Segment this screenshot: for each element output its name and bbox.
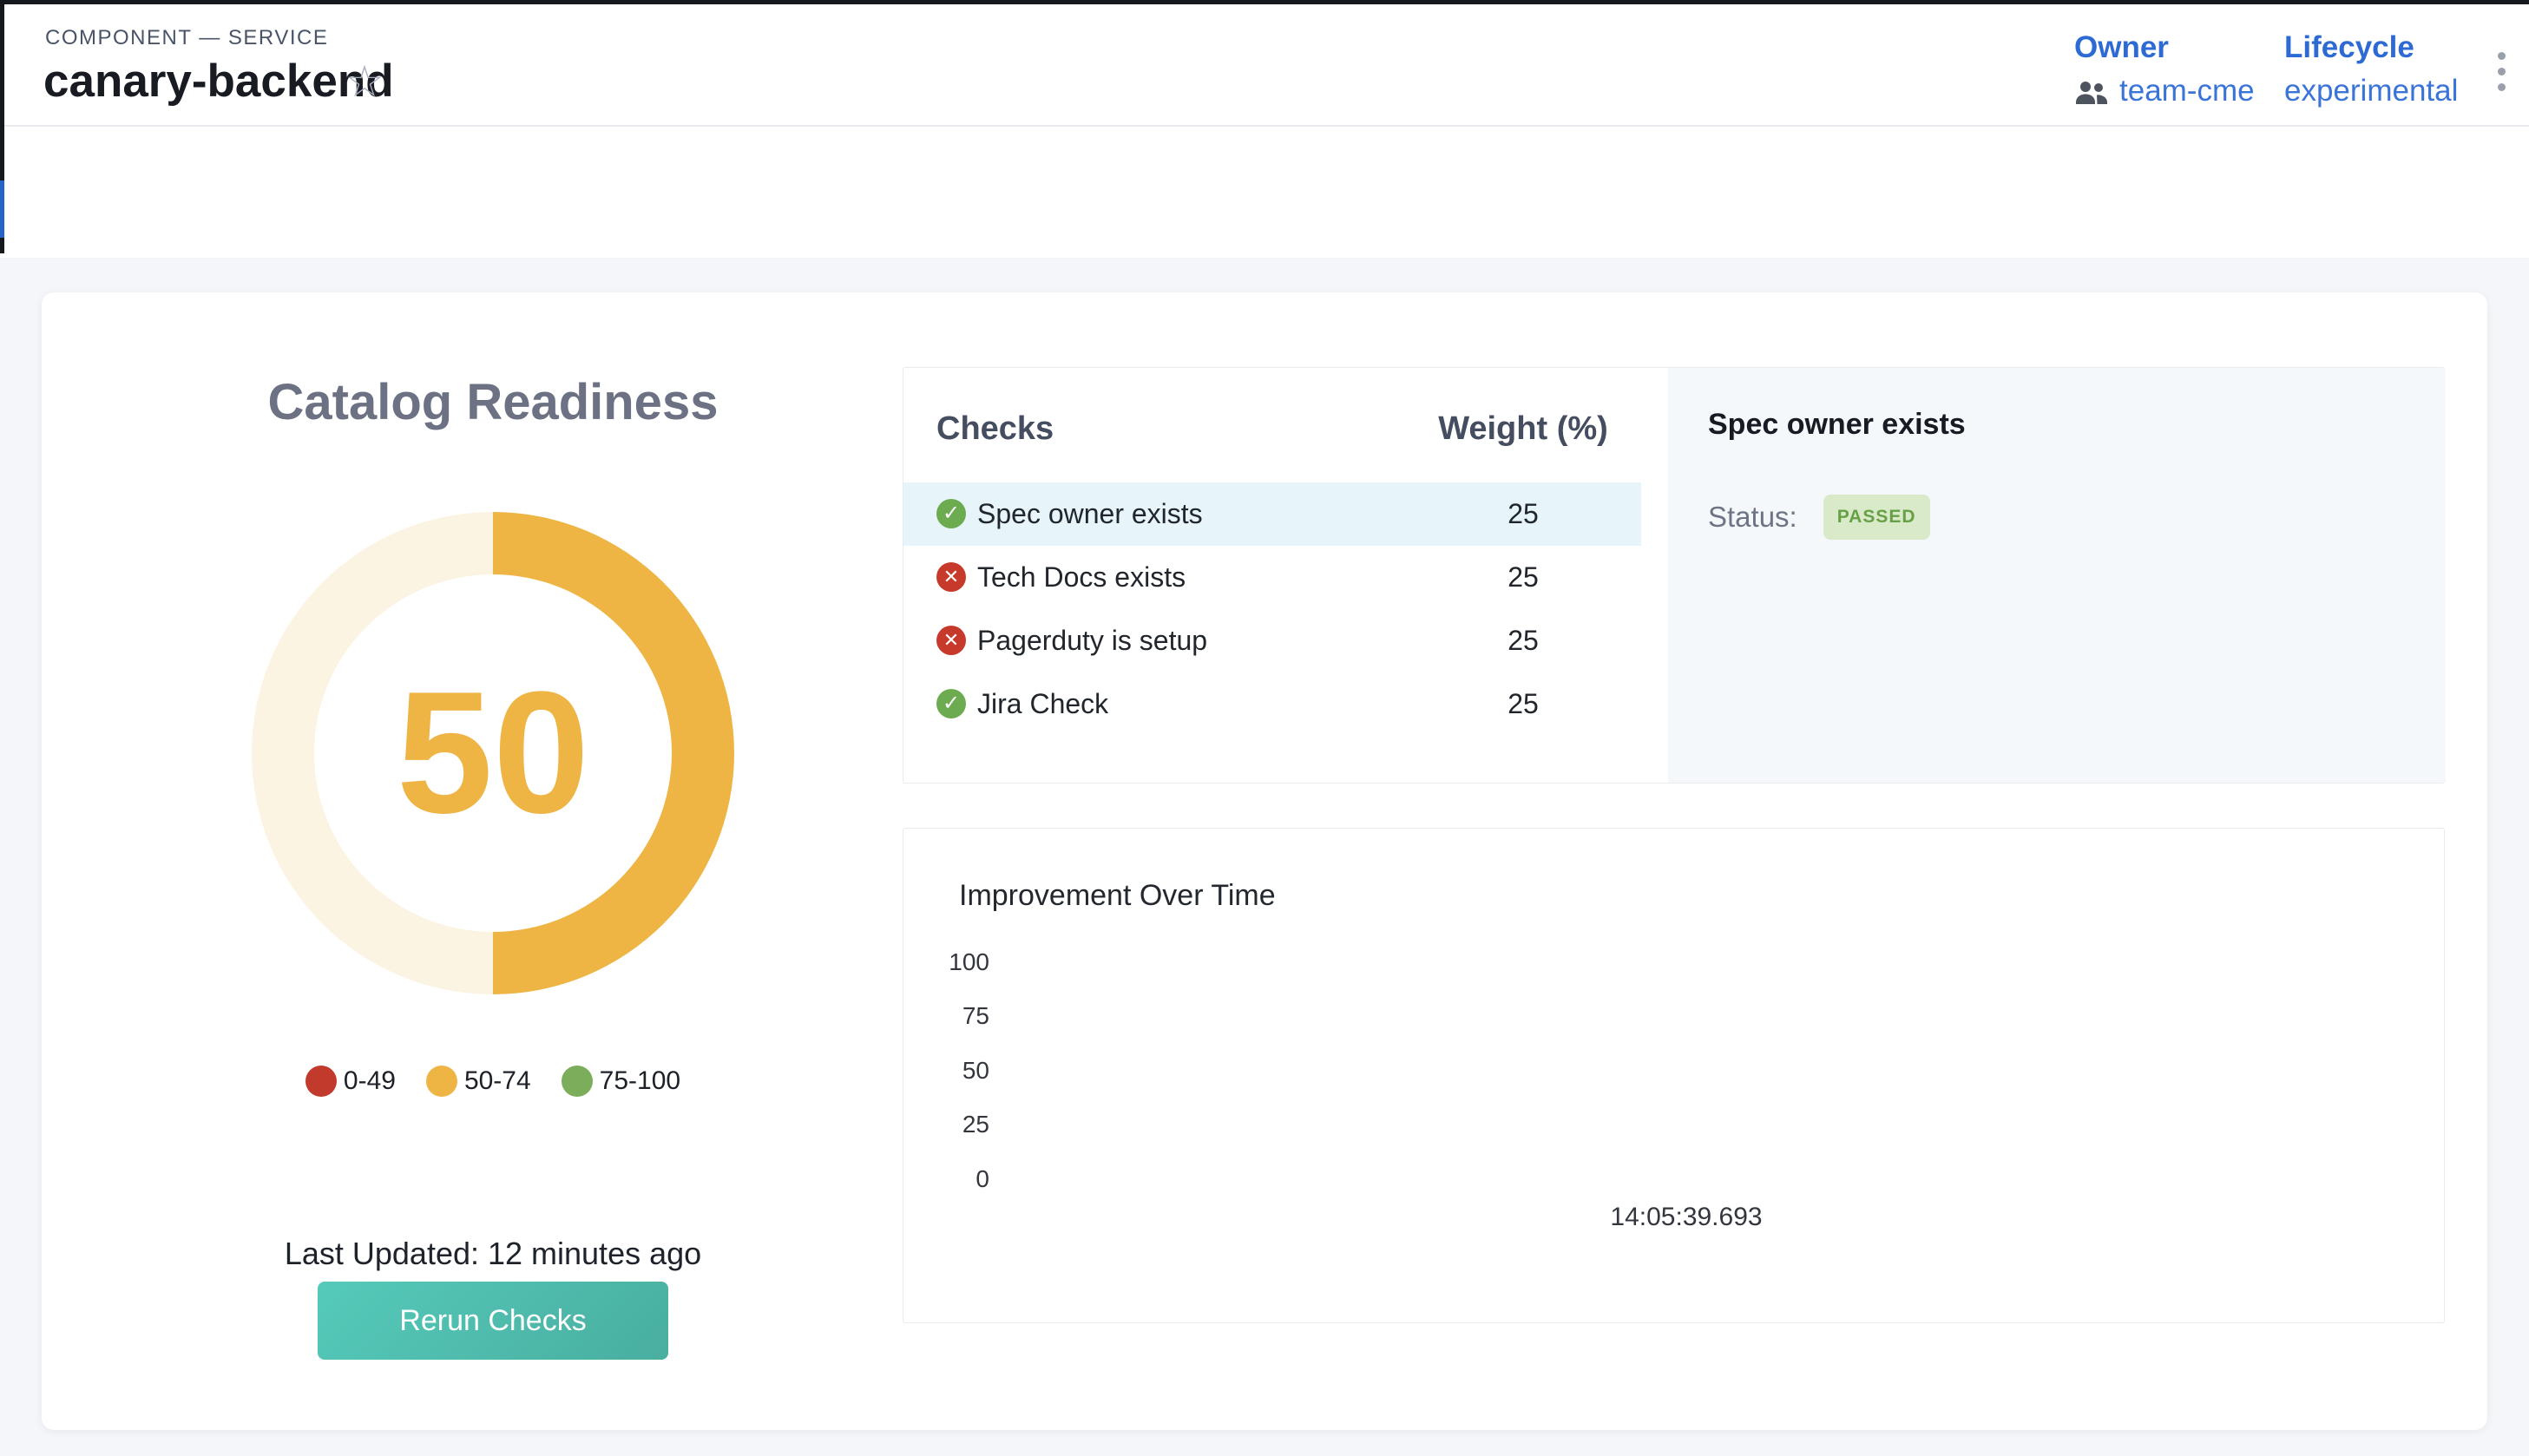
window-edge-top bbox=[0, 0, 2529, 4]
entity-kind-breadcrumb: COMPONENT — SERVICE bbox=[45, 26, 328, 50]
table-row-spec-owner[interactable]: Spec owner exists 25 bbox=[903, 482, 1641, 546]
check-name: Spec owner exists bbox=[977, 482, 1203, 546]
header-divider bbox=[0, 125, 2529, 127]
lifecycle-label: Lifecycle bbox=[2284, 30, 2458, 66]
table-row-jira[interactable]: Jira Check 25 bbox=[903, 672, 1641, 736]
y-axis-tick: 75 bbox=[903, 1002, 989, 1030]
legend-label: 50-74 bbox=[464, 1066, 531, 1097]
gauge-legend: 0-49 50-74 75-100 bbox=[42, 1064, 944, 1099]
check-status-row: Status: PASSED bbox=[1708, 495, 1930, 540]
status-badge: PASSED bbox=[1823, 495, 1930, 540]
legend-dot-red bbox=[305, 1066, 337, 1097]
owner-label: Owner bbox=[2074, 30, 2255, 66]
weight-column-header: Weight (%) bbox=[1393, 410, 1653, 448]
check-name: Jira Check bbox=[977, 672, 1108, 736]
chart-title: Improvement Over Time bbox=[959, 877, 1276, 914]
check-detail-panel: Spec owner exists Status: PASSED bbox=[1668, 368, 2446, 783]
status-label: Status: bbox=[1708, 495, 1797, 540]
checks-table: Spec owner exists 25 Tech Docs exists 25… bbox=[903, 482, 1641, 736]
check-name: Tech Docs exists bbox=[977, 546, 1186, 609]
gauge-title: Catalog Readiness bbox=[42, 372, 944, 433]
check-failed-icon bbox=[936, 562, 966, 592]
entity-tabs: Overview CI/CD Scorecard API Dependencie… bbox=[0, 128, 2529, 258]
chart-plot-area bbox=[1008, 941, 2396, 1193]
legend-item-mid: 50-74 bbox=[426, 1066, 531, 1097]
gauge-score-value: 50 bbox=[252, 512, 734, 994]
check-failed-icon bbox=[936, 626, 966, 655]
lifecycle-value: experimental bbox=[2284, 73, 2458, 109]
check-weight: 25 bbox=[1393, 482, 1653, 546]
entity-page: COMPONENT — SERVICE canary-backend Owner… bbox=[0, 0, 2529, 1456]
check-detail-title: Spec owner exists bbox=[1708, 406, 1966, 443]
last-updated-text: Last Updated: 12 minutes ago bbox=[42, 1235, 944, 1273]
y-axis-tick: 25 bbox=[903, 1111, 989, 1138]
legend-label: 0-49 bbox=[344, 1066, 396, 1097]
scorecard-panel: Catalog Readiness 50 0-49 50-74 75-100 L… bbox=[42, 292, 2487, 1430]
y-axis-tick: 100 bbox=[903, 948, 989, 976]
y-axis-tick: 0 bbox=[903, 1165, 989, 1193]
table-row-pagerduty[interactable]: Pagerduty is setup 25 bbox=[903, 609, 1641, 672]
legend-item-low: 0-49 bbox=[305, 1066, 396, 1097]
lifecycle-chip: Lifecycle experimental bbox=[2284, 30, 2458, 109]
legend-label: 75-100 bbox=[600, 1066, 680, 1097]
checks-card: Checks Weight (%) Spec owner exists 25 T… bbox=[903, 367, 2445, 784]
check-name: Pagerduty is setup bbox=[977, 609, 1207, 672]
owner-chip: Owner team-cme bbox=[2074, 30, 2255, 109]
team-group-icon bbox=[2074, 78, 2109, 104]
check-weight: 25 bbox=[1393, 672, 1653, 736]
check-weight: 25 bbox=[1393, 546, 1653, 609]
rerun-checks-button[interactable]: Rerun Checks bbox=[318, 1282, 668, 1360]
readiness-gauge-chart: 50 bbox=[252, 512, 734, 994]
check-passed-icon bbox=[936, 499, 966, 528]
check-weight: 25 bbox=[1393, 609, 1653, 672]
y-axis-tick: 50 bbox=[903, 1057, 989, 1085]
x-axis-tick: 14:05:39.693 bbox=[1513, 1202, 1860, 1233]
favorite-star-icon[interactable] bbox=[342, 59, 387, 104]
owner-link[interactable]: team-cme bbox=[2119, 73, 2255, 109]
improvement-chart-card: Improvement Over Time 100 75 50 25 0 14:… bbox=[903, 828, 2445, 1323]
check-passed-icon bbox=[936, 689, 966, 718]
page-header: COMPONENT — SERVICE canary-backend Owner… bbox=[0, 0, 2529, 258]
table-row-tech-docs[interactable]: Tech Docs exists 25 bbox=[903, 546, 1641, 609]
window-edge-accent bbox=[0, 180, 4, 238]
more-options-kebab-icon[interactable] bbox=[2484, 40, 2519, 102]
legend-item-high: 75-100 bbox=[562, 1066, 680, 1097]
checks-column-header: Checks bbox=[936, 410, 1054, 448]
legend-dot-amber bbox=[426, 1066, 457, 1097]
legend-dot-green bbox=[562, 1066, 593, 1097]
